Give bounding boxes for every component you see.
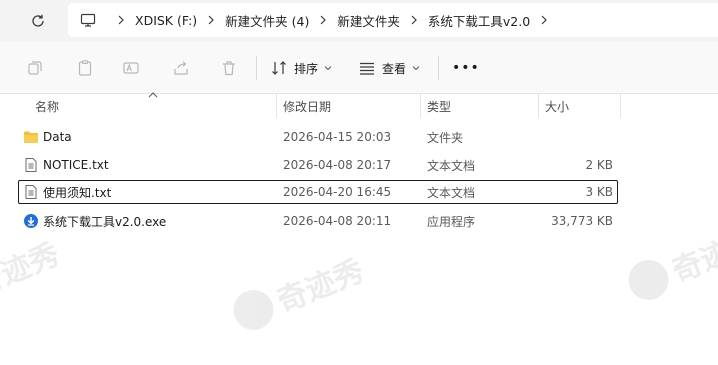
chevron-right-icon: [118, 15, 124, 25]
watermark-circle-icon: [227, 283, 280, 337]
delete-button[interactable]: [220, 54, 238, 82]
file-name: Data: [43, 130, 72, 144]
toolbar-divider: [438, 56, 439, 80]
file-type: 应用程序: [427, 214, 476, 229]
file-type: 文本文档: [427, 158, 476, 173]
chevron-down-icon: [412, 66, 420, 71]
share-button[interactable]: [172, 54, 190, 82]
column-divider[interactable]: [620, 94, 621, 118]
file-type: 文本文档: [427, 185, 476, 200]
column-type-label: 类型: [427, 99, 452, 114]
watermark-text: 奇迹秀: [667, 223, 718, 290]
file-name: 系统下载工具v2.0.exe: [43, 214, 167, 229]
view-list-icon: [360, 62, 374, 75]
column-header-size[interactable]: 大小: [545, 94, 619, 118]
watermark-logo: 奇迹秀: [227, 246, 370, 338]
this-pc-button[interactable]: [68, 3, 108, 37]
column-header-modified[interactable]: 修改日期: [283, 94, 419, 118]
file-row-selected[interactable]: 使用须知.txt 2026-04-20 16:45 文本文档 3 KB: [18, 180, 618, 204]
text-file-icon: [25, 158, 37, 172]
exe-app-icon: [24, 214, 38, 228]
chevron-right-icon: [411, 15, 417, 25]
copy-icon: [28, 61, 42, 75]
file-size: 33,773 KB: [551, 214, 613, 228]
folder-icon: [24, 131, 38, 143]
file-modified: 2026-04-08 20:17: [283, 158, 392, 172]
column-divider[interactable]: [538, 94, 539, 118]
column-size-label: 大小: [545, 99, 570, 114]
breadcrumb: XDISK (F:) 新建文件夹 (4) 新建文件夹 系统下载工具v2.0: [68, 3, 718, 37]
view-label: 查看: [382, 61, 407, 76]
command-bar: 排序 查看 •••: [0, 42, 718, 94]
watermark-text: 奇迹秀: [272, 253, 369, 320]
column-name-label: 名称: [35, 99, 60, 114]
copy-button[interactable]: [26, 54, 44, 82]
view-button[interactable]: 查看: [358, 54, 420, 82]
file-size: 2 KB: [585, 158, 613, 172]
sort-button[interactable]: 排序: [270, 54, 332, 82]
clipboard-icon: [78, 60, 92, 76]
file-row[interactable]: Data 2026-04-15 20:03 文件夹: [18, 125, 618, 149]
watermark-circle-icon: [622, 253, 675, 307]
breadcrumb-item-new-folder[interactable]: 新建文件夹: [336, 11, 401, 30]
monitor-icon: [80, 13, 96, 27]
column-modified-label: 修改日期: [283, 99, 332, 114]
file-row[interactable]: NOTICE.txt 2026-04-08 20:17 文本文档 2 KB: [18, 153, 618, 177]
file-modified: 2026-04-20 16:45: [283, 185, 392, 199]
paste-button[interactable]: [76, 54, 94, 82]
breadcrumb-chevron[interactable]: [531, 3, 557, 37]
chevron-right-icon: [541, 15, 548, 25]
watermark-logo: 奇迹秀: [0, 230, 65, 305]
rename-icon: [123, 62, 139, 74]
breadcrumb-chevron[interactable]: [310, 3, 336, 37]
refresh-icon: [32, 14, 44, 27]
breadcrumb-item-drive[interactable]: XDISK (F:): [134, 13, 198, 28]
file-name: NOTICE.txt: [43, 158, 109, 172]
column-divider[interactable]: [420, 94, 421, 118]
rename-button[interactable]: [122, 54, 140, 82]
column-header-type[interactable]: 类型: [427, 94, 537, 118]
more-options-button[interactable]: •••: [452, 54, 480, 82]
chevron-right-icon: [320, 15, 327, 25]
breadcrumb-item-folder-4[interactable]: 新建文件夹 (4): [224, 11, 310, 30]
file-name: 使用须知.txt: [43, 185, 112, 200]
watermark-logo: 奇迹秀: [622, 216, 718, 308]
sort-ascending-icon: [148, 92, 158, 98]
sort-icon: [272, 61, 286, 75]
refresh-button[interactable]: [26, 9, 50, 33]
trash-icon: [223, 61, 235, 76]
watermark-text: 奇迹秀: [0, 237, 65, 304]
toolbar-divider: [256, 56, 257, 80]
file-size: [538, 125, 613, 149]
column-divider[interactable]: [276, 94, 277, 118]
more-icon: •••: [452, 60, 480, 76]
chevron-right-icon: [208, 15, 215, 25]
share-icon: [174, 61, 188, 75]
file-modified: 2026-04-08 20:11: [283, 214, 392, 228]
breadcrumb-chevron[interactable]: [108, 3, 134, 37]
file-modified: 2026-04-15 20:03: [283, 130, 392, 144]
file-row[interactable]: 系统下载工具v2.0.exe 2026-04-08 20:11 应用程序 33,…: [18, 209, 618, 233]
address-bar: XDISK (F:) 新建文件夹 (4) 新建文件夹 系统下载工具v2.0: [0, 0, 718, 42]
sort-label: 排序: [294, 61, 319, 76]
column-headers: 名称 修改日期 类型 大小: [0, 92, 718, 118]
file-size: 3 KB: [585, 185, 613, 199]
chevron-down-icon: [324, 66, 332, 71]
text-file-icon: [25, 185, 37, 199]
breadcrumb-item-current[interactable]: 系统下载工具v2.0: [427, 11, 531, 30]
file-type: 文件夹: [427, 130, 464, 145]
breadcrumb-chevron[interactable]: [198, 3, 224, 37]
breadcrumb-chevron[interactable]: [401, 3, 427, 37]
